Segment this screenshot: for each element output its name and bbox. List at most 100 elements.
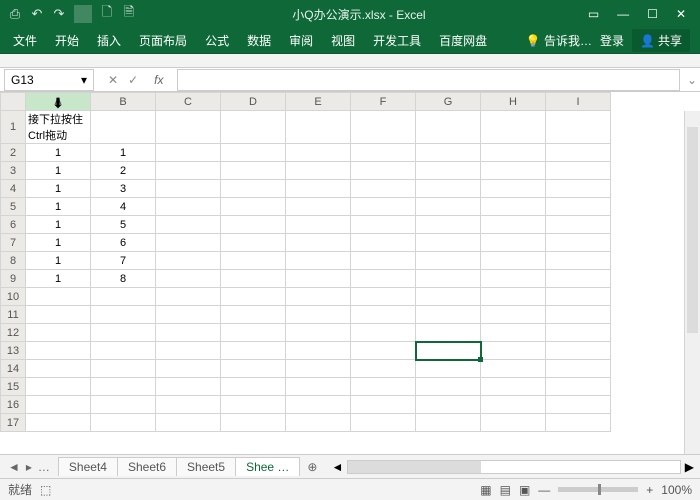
cell-D2[interactable]	[221, 144, 286, 162]
cell-G5[interactable]	[416, 198, 481, 216]
cell-G17[interactable]	[416, 414, 481, 432]
col-header-A[interactable]: A⬇	[26, 93, 91, 111]
cell-D3[interactable]	[221, 162, 286, 180]
row-header-12[interactable]: 12	[1, 324, 26, 342]
cell-A5[interactable]: 1	[26, 198, 91, 216]
cell-B3[interactable]: 2	[91, 162, 156, 180]
cell-A11[interactable]	[26, 306, 91, 324]
cell-B4[interactable]: 3	[91, 180, 156, 198]
print-icon[interactable]: 🗎	[120, 5, 138, 23]
cell-E14[interactable]	[286, 360, 351, 378]
cell-C12[interactable]	[156, 324, 221, 342]
cell-A8[interactable]: 1	[26, 252, 91, 270]
cell-F16[interactable]	[351, 396, 416, 414]
cell-F8[interactable]	[351, 252, 416, 270]
cell-C11[interactable]	[156, 306, 221, 324]
cell-B13[interactable]	[91, 342, 156, 360]
cell-B6[interactable]: 5	[91, 216, 156, 234]
zoom-level[interactable]: 100%	[661, 483, 692, 497]
cell-I12[interactable]	[546, 324, 611, 342]
cell-H16[interactable]	[481, 396, 546, 414]
col-header-B[interactable]: B	[91, 93, 156, 111]
cell-F15[interactable]	[351, 378, 416, 396]
cell-E6[interactable]	[286, 216, 351, 234]
cell-A17[interactable]	[26, 414, 91, 432]
row-header-2[interactable]: 2	[1, 144, 26, 162]
cell-E4[interactable]	[286, 180, 351, 198]
row-header-8[interactable]: 8	[1, 252, 26, 270]
cell-H5[interactable]	[481, 198, 546, 216]
col-header-D[interactable]: D	[221, 93, 286, 111]
cell-H2[interactable]	[481, 144, 546, 162]
cell-D8[interactable]	[221, 252, 286, 270]
sheet-tab-Sheet5[interactable]: Sheet5	[176, 457, 236, 476]
cell-E10[interactable]	[286, 288, 351, 306]
cell-H1[interactable]	[481, 111, 546, 144]
cell-G9[interactable]	[416, 270, 481, 288]
new-sheet-button[interactable]: ⊕	[299, 460, 325, 474]
cell-D13[interactable]	[221, 342, 286, 360]
cell-I3[interactable]	[546, 162, 611, 180]
cell-H4[interactable]	[481, 180, 546, 198]
cell-H9[interactable]	[481, 270, 546, 288]
vertical-scrollbar[interactable]	[684, 111, 700, 454]
cell-F14[interactable]	[351, 360, 416, 378]
cell-E17[interactable]	[286, 414, 351, 432]
cell-G15[interactable]	[416, 378, 481, 396]
cell-F6[interactable]	[351, 216, 416, 234]
cell-B9[interactable]: 8	[91, 270, 156, 288]
cell-C1[interactable]	[156, 111, 221, 144]
cell-C3[interactable]	[156, 162, 221, 180]
undo-icon[interactable]: ↶	[28, 5, 46, 23]
cell-I11[interactable]	[546, 306, 611, 324]
cell-E8[interactable]	[286, 252, 351, 270]
cell-H13[interactable]	[481, 342, 546, 360]
cell-G12[interactable]	[416, 324, 481, 342]
cell-D16[interactable]	[221, 396, 286, 414]
tab-审阅[interactable]: 审阅	[280, 28, 322, 53]
hscroll-right-icon[interactable]: ▶	[685, 460, 694, 474]
chevron-down-icon[interactable]: ▾	[81, 73, 87, 87]
tab-开始[interactable]: 开始	[46, 28, 88, 53]
cell-E15[interactable]	[286, 378, 351, 396]
row-header-15[interactable]: 15	[1, 378, 26, 396]
cell-A4[interactable]: 1	[26, 180, 91, 198]
tab-百度网盘[interactable]: 百度网盘	[430, 28, 496, 53]
cell-C17[interactable]	[156, 414, 221, 432]
tab-页面布局[interactable]: 页面布局	[130, 28, 196, 53]
cell-I16[interactable]	[546, 396, 611, 414]
cell-B8[interactable]: 7	[91, 252, 156, 270]
cell-C5[interactable]	[156, 198, 221, 216]
row-header-9[interactable]: 9	[1, 270, 26, 288]
cell-B1[interactable]	[91, 111, 156, 144]
col-header-I[interactable]: I	[546, 93, 611, 111]
cell-H8[interactable]	[481, 252, 546, 270]
row-header-16[interactable]: 16	[1, 396, 26, 414]
tab-公式[interactable]: 公式	[196, 28, 238, 53]
cell-C15[interactable]	[156, 378, 221, 396]
redo-icon[interactable]: ↷	[50, 5, 68, 23]
cell-D10[interactable]	[221, 288, 286, 306]
row-header-6[interactable]: 6	[1, 216, 26, 234]
tab-数据[interactable]: 数据	[238, 28, 280, 53]
cell-H10[interactable]	[481, 288, 546, 306]
cell-F17[interactable]	[351, 414, 416, 432]
cell-F11[interactable]	[351, 306, 416, 324]
maximize-icon[interactable]: ☐	[647, 7, 658, 21]
cell-I17[interactable]	[546, 414, 611, 432]
cell-H17[interactable]	[481, 414, 546, 432]
cell-B2[interactable]: 1	[91, 144, 156, 162]
cell-G16[interactable]	[416, 396, 481, 414]
tab-开发工具[interactable]: 开发工具	[364, 28, 430, 53]
cell-C6[interactable]	[156, 216, 221, 234]
cell-A3[interactable]: 1	[26, 162, 91, 180]
cell-D12[interactable]	[221, 324, 286, 342]
cell-F1[interactable]	[351, 111, 416, 144]
cell-E12[interactable]	[286, 324, 351, 342]
cell-H11[interactable]	[481, 306, 546, 324]
name-box[interactable]: G13 ▾	[4, 69, 94, 91]
col-header-C[interactable]: C	[156, 93, 221, 111]
cell-A16[interactable]	[26, 396, 91, 414]
cell-E1[interactable]	[286, 111, 351, 144]
row-header-7[interactable]: 7	[1, 234, 26, 252]
